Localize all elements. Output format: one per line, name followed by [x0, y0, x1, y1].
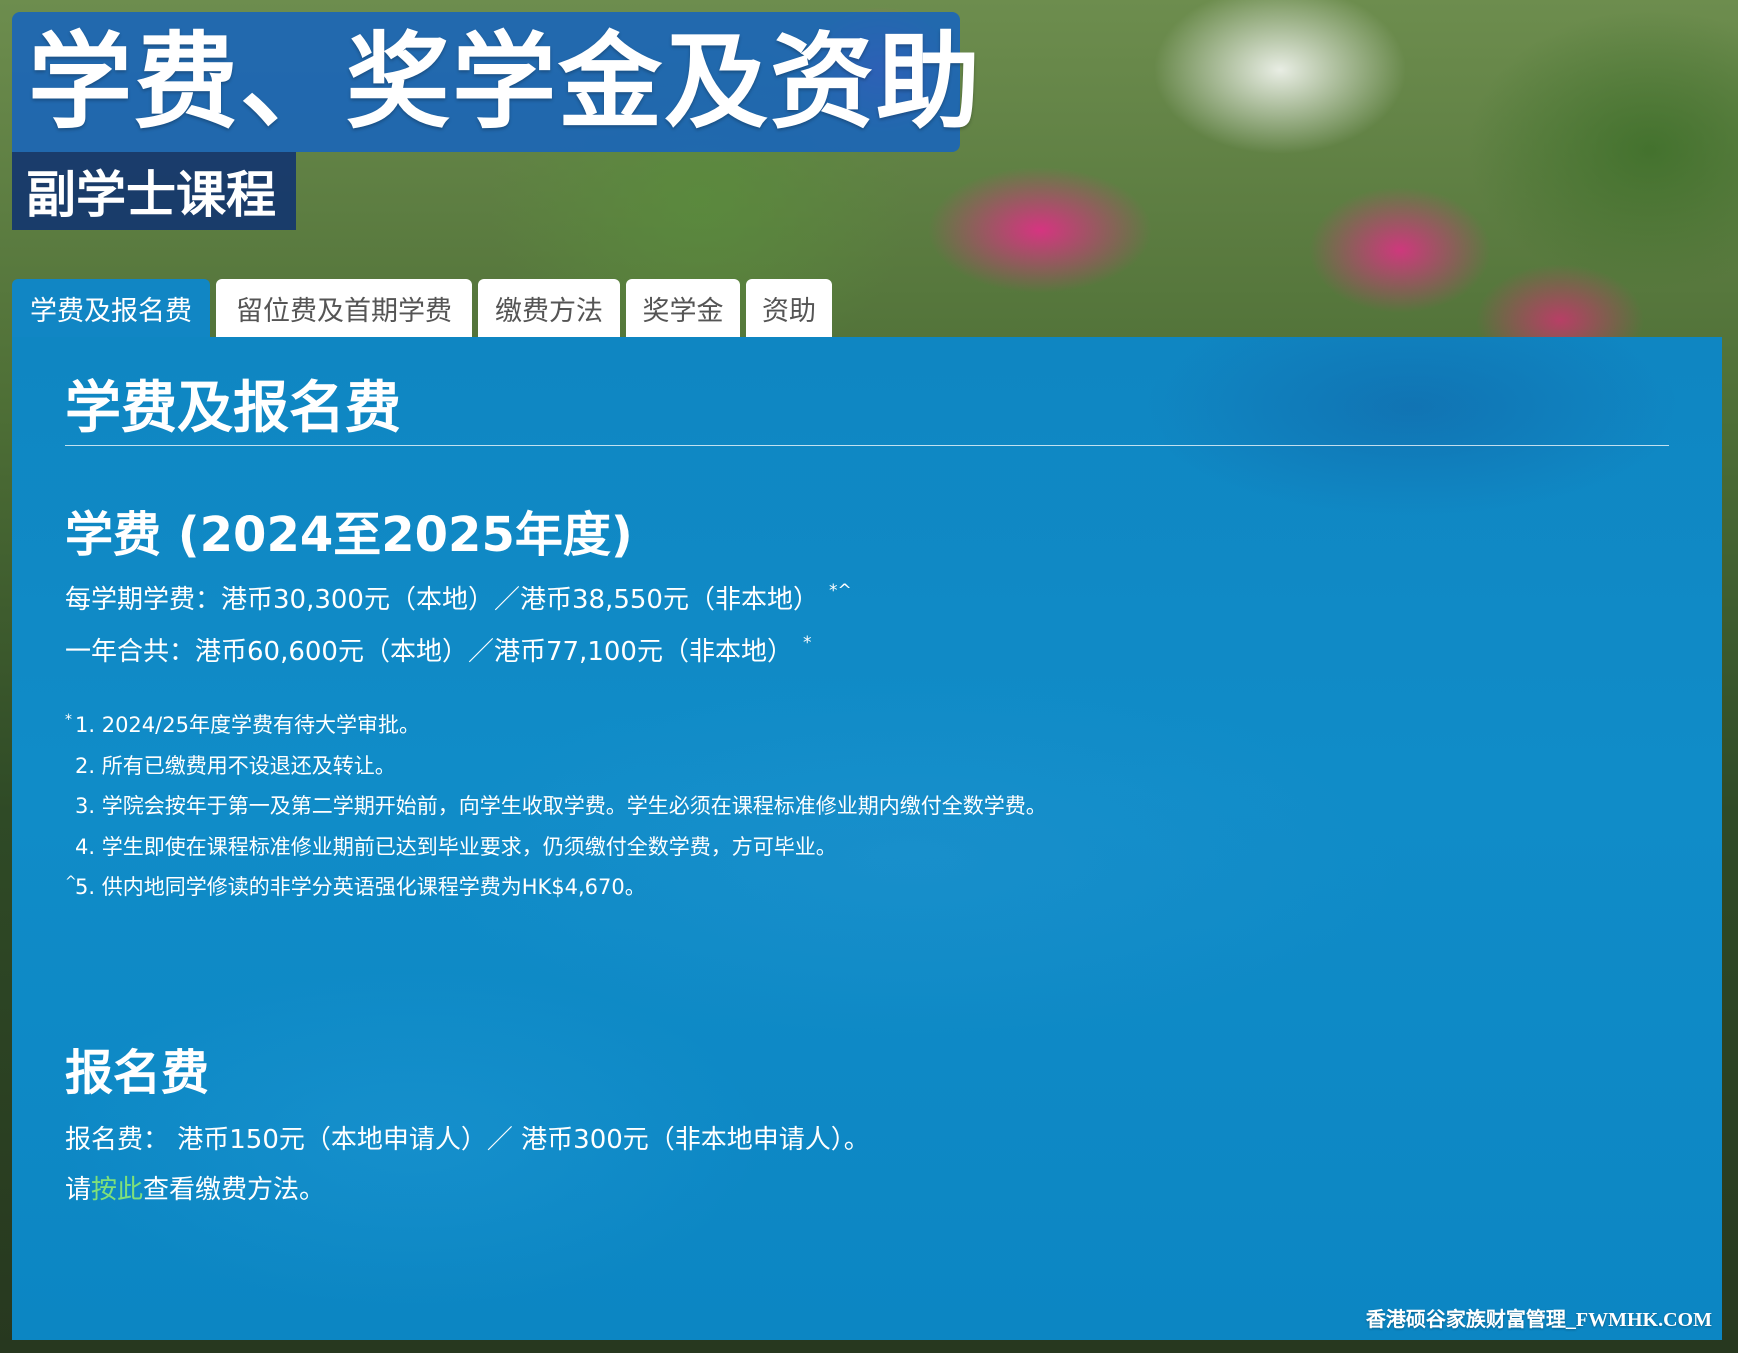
- note-mark: ^: [65, 874, 77, 890]
- note-text: 5. 供内地同学修读的非学分英语强化课程学费为HK$4,670。: [75, 875, 646, 899]
- payment-link-prefix: 请: [65, 1175, 92, 1205]
- page-title: 学费、奖学金及资助: [28, 21, 983, 143]
- watermark: 香港硕谷家族财富管理_FWMHK.COM: [1365, 1309, 1712, 1331]
- payment-link-suffix: 查看缴费方法。: [143, 1175, 326, 1205]
- note-text: 4. 学生即使在课程标准修业期前已达到毕业要求，仍须缴付全数学费，方可毕业。: [75, 835, 837, 859]
- registration-fee-text: 报名费： 港币150元（本地申请人）／ 港币300元（非本地申请人）。: [65, 1125, 870, 1155]
- tuition-per-semester-text: 每学期学费：港币30,300元（本地）／港币38,550元（非本地）: [65, 585, 819, 615]
- tab-payment-methods[interactable]: 缴费方法: [478, 279, 620, 337]
- divider: [65, 445, 1669, 446]
- page-subtitle-banner: 副学士课程: [12, 152, 296, 230]
- note-item: ^5. 供内地同学修读的非学分英语强化课程学费为HK$4,670。: [65, 871, 646, 901]
- note-text: 3. 学院会按年于第一及第二学期开始前，向学生收取学费。学生必须在课程标准修业期…: [75, 794, 1047, 818]
- content-panel: 学费及报名费 学费 (2024至2025年度) 每学期学费：港币30,300元（…: [12, 337, 1722, 1340]
- note-item: 4. 学生即使在课程标准修业期前已达到毕业要求，仍须缴付全数学费，方可毕业。: [65, 831, 837, 861]
- payment-method-line: 请按此查看缴费方法。: [65, 1169, 325, 1206]
- footnote-mark: *^: [828, 581, 852, 601]
- tuition-per-semester: 每学期学费：港币30,300元（本地）／港币38,550元（非本地） *^: [65, 579, 852, 616]
- tab-tuition-and-application-fee[interactable]: 学费及报名费: [12, 279, 210, 337]
- page-title-banner: 学费、奖学金及资助: [12, 12, 980, 152]
- tuition-per-year-text: 一年合共：港币60,600元（本地）／港币77,100元（非本地）: [65, 637, 793, 667]
- note-item: 2. 所有已缴费用不设退还及转让。: [65, 750, 396, 780]
- tuition-per-year: 一年合共：港币60,600元（本地）／港币77,100元（非本地） *: [65, 631, 811, 668]
- note-item: 3. 学院会按年于第一及第二学期开始前，向学生收取学费。学生必须在课程标准修业期…: [65, 790, 1047, 820]
- page-subtitle: 副学士课程: [26, 166, 276, 224]
- tab-bar: 学费及报名费 留位费及首期学费 缴费方法 奖学金 资助: [12, 279, 838, 337]
- panel-title: 学费及报名费: [65, 376, 401, 441]
- payment-method-link[interactable]: 按此: [91, 1175, 143, 1205]
- note-mark: *: [65, 712, 72, 728]
- footnote-mark: *: [802, 633, 812, 653]
- tab-deposit-and-first-tuition[interactable]: 留位费及首期学费: [216, 279, 472, 337]
- tab-scholarships[interactable]: 奖学金: [626, 279, 740, 337]
- note-text: 2. 所有已缴费用不设退还及转让。: [75, 754, 396, 778]
- note-item: * 1. 2024/25年度学费有待大学审批。: [65, 709, 420, 739]
- registration-heading: 报名费: [65, 1045, 210, 1101]
- tab-financial-aid[interactable]: 资助: [746, 279, 832, 337]
- note-text: 1. 2024/25年度学费有待大学审批。: [75, 713, 420, 737]
- tuition-heading: 学费 (2024至2025年度): [65, 507, 633, 563]
